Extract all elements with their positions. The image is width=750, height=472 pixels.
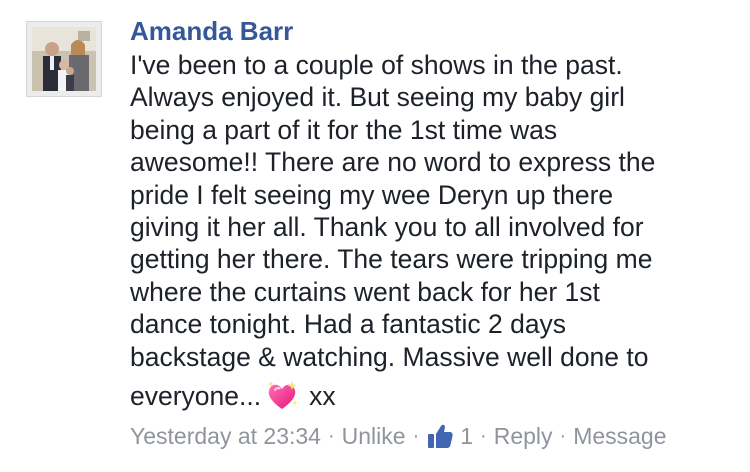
separator: · [480,424,487,447]
separator: · [412,424,420,447]
comment-text-line: being a part of it for the 1st time was [130,114,558,145]
separator: · [559,424,567,447]
timestamp-link[interactable]: Yesterday at 23:34 [130,423,321,450]
comment-actions: Yesterday at 23:34 · Unlike · 1 · Reply … [130,421,667,451]
comment-text-line: pride I felt seeing my wee Deryn up ther… [130,179,614,210]
avatar[interactable] [26,21,102,97]
comment-text: I've been to a couple of shows in the pa… [130,49,730,373]
comment-text-line: xx [309,380,336,411]
profile-photo [32,27,96,91]
comment: Amanda Barr I've been to a couple of sho… [0,0,750,472]
comment-text-line: Always enjoyed it. But seeing my baby gi… [130,82,625,113]
message-button[interactable]: Message [573,423,666,450]
sparkling-heart-icon [265,379,299,413]
like-count[interactable]: 1 [460,423,473,450]
thumbs-up-icon[interactable] [426,422,454,450]
comment-text-line: I've been to a couple of shows in the pa… [130,50,623,80]
author-name[interactable]: Amanda Barr [130,14,293,48]
comment-text-line: backstage & watching. Massive well done … [130,341,649,372]
separator: · [327,424,335,447]
comment-text-line: where the curtains went back for her 1st [130,276,600,307]
comment-text-line: awesome!! There are no word to express t… [130,147,656,178]
comment-text-line: giving it her all. Thank you to all invo… [130,212,644,243]
comment-text-line: getting her there. The tears were trippi… [130,244,653,275]
reply-button[interactable]: Reply [494,423,553,450]
comment-text-line: dance tonight. Had a fantastic 2 days [130,309,567,340]
comment-text-last-line: everyone... xx [130,376,336,416]
comment-text-line: everyone... [130,380,262,411]
unlike-button[interactable]: Unlike [342,423,406,450]
